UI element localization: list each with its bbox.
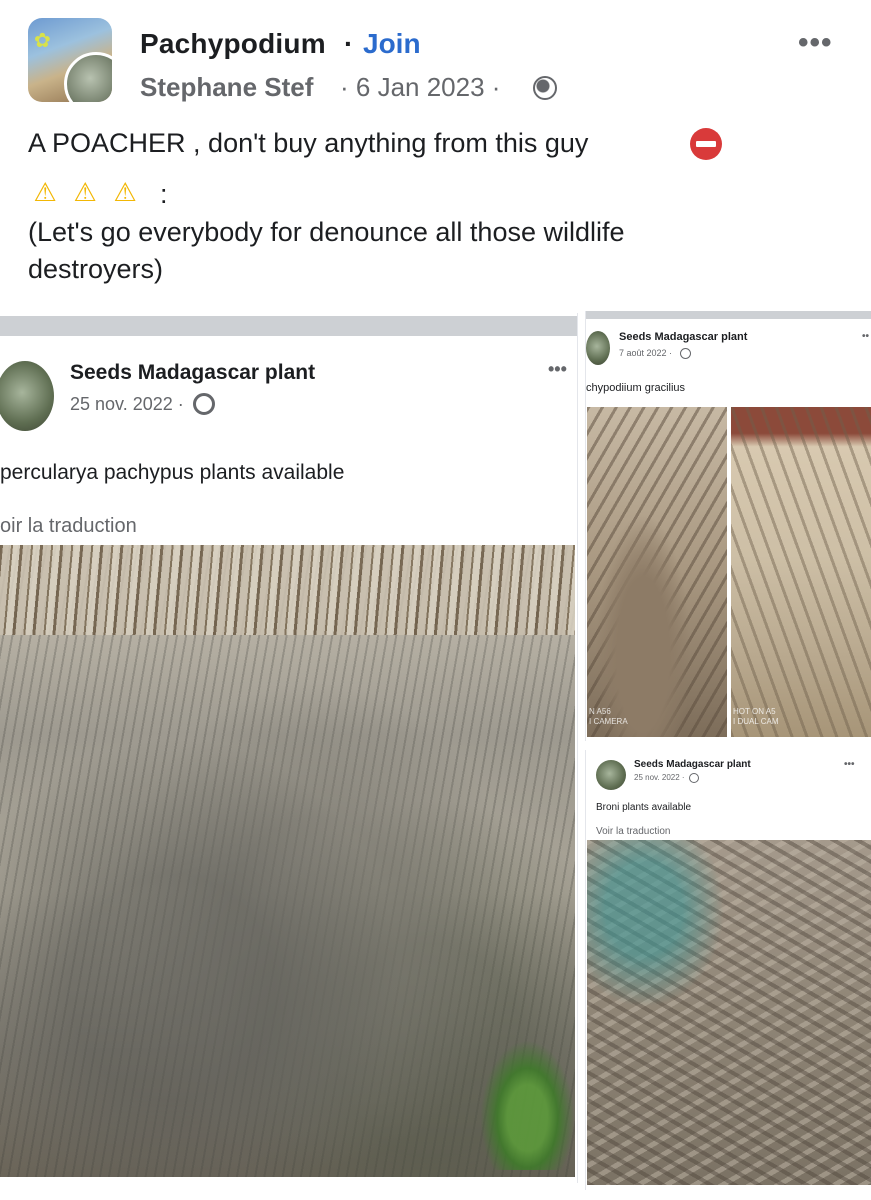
- page-avatar: [596, 760, 626, 790]
- page-date: 25 nov. 2022 ·: [70, 394, 184, 414]
- green-weed: [480, 1040, 575, 1170]
- warning-icon: ⚠: [73, 177, 97, 207]
- join-button[interactable]: Join: [363, 28, 421, 60]
- page-name: Seeds Madagascar plant: [634, 759, 751, 770]
- more-icon: •••: [548, 359, 567, 379]
- more-options-button[interactable]: •••: [798, 26, 833, 60]
- translate-link: Voir la traduction: [596, 826, 671, 837]
- more-icon: •••: [844, 759, 855, 770]
- post-date[interactable]: · 6 Jan 2023 ·: [340, 72, 500, 103]
- page-avatar: [0, 361, 54, 431]
- plants-field-photo: HOT ON A5 I DUAL CAM: [731, 407, 871, 737]
- stacked-plants-photo: [587, 840, 871, 1185]
- caudex-plant-photo: N A56 I CAMERA: [587, 407, 727, 737]
- screenshot-top-bar: [0, 316, 577, 336]
- warning-icon: ⚠: [33, 177, 57, 207]
- post-text-line-1: A POACHER , don't buy anything from this…: [28, 128, 589, 158]
- camera-watermark: N A56 I CAMERA: [589, 707, 628, 726]
- page-name: Seeds Madagascar plant: [619, 331, 748, 343]
- post-text-line-4: destroyers): [28, 254, 164, 284]
- post-text-line-3: (Let's go everybody for denounce all tho…: [28, 217, 625, 247]
- translate-link: oir la traduction: [0, 515, 137, 537]
- globe-icon: [533, 76, 557, 100]
- page-date: 25 nov. 2022 ·: [634, 773, 685, 782]
- screenshot-top-bar: [586, 311, 871, 319]
- group-avatar[interactable]: ✿: [28, 18, 112, 102]
- group-name[interactable]: Pachypodium: [140, 28, 326, 60]
- camera-watermark: HOT ON A5 I DUAL CAM: [733, 707, 779, 726]
- plant-icon: ✿: [34, 30, 51, 52]
- post-caption: chypodiium gracilius: [586, 382, 686, 394]
- no-entry-icon: [690, 128, 722, 160]
- author-avatar[interactable]: [64, 52, 112, 102]
- post-caption: percularya pachypus plants available: [0, 461, 345, 484]
- more-icon: ••: [862, 331, 870, 342]
- fence-background: [0, 545, 575, 635]
- globe-icon: [689, 773, 699, 783]
- post-text-colon: :: [160, 179, 168, 209]
- page-date: 7 août 2022 ·: [619, 348, 673, 358]
- warning-icon: ⚠: [113, 177, 137, 207]
- globe-icon: [193, 393, 215, 415]
- author-name[interactable]: Stephane Stef: [140, 72, 313, 103]
- globe-icon: [680, 348, 691, 359]
- post-caption: Broni plants available: [596, 802, 692, 813]
- separator-dot: ·: [344, 28, 354, 59]
- page-avatar: [586, 331, 610, 365]
- page-name: Seeds Madagascar plant: [70, 361, 316, 384]
